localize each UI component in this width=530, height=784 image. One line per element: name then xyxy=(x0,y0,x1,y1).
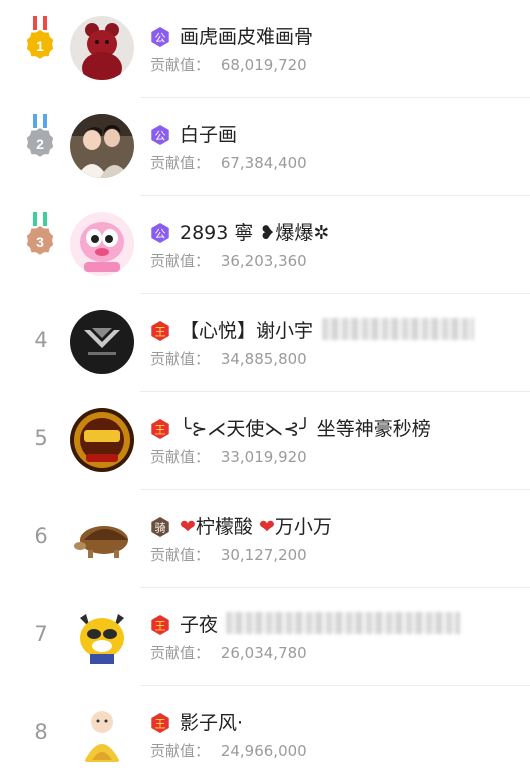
user-name: ╰⊱⋌天使⋋⊰╯ 坐等神豪秒榜 xyxy=(180,418,431,440)
user-avatar[interactable] xyxy=(70,506,134,570)
medal-rank-text: 1 xyxy=(36,38,44,54)
contribution-value: 贡献值： 30,127,200 xyxy=(150,546,307,564)
medal-rank-text: 2 xyxy=(36,136,44,152)
guild-badge-icon: 公 xyxy=(151,125,169,145)
contribution-value: 贡献值： 33,019,920 xyxy=(150,448,307,466)
king-badge-icon: 王 xyxy=(151,615,169,635)
user-name: 2893 寧 ❥爆爆✲ xyxy=(180,222,330,244)
heart-icon: ❤ xyxy=(180,516,196,538)
contribution-ranking-list: 1 公 画虎画皮难画骨 贡献值： 68,019,720 2 公 白子画 贡献值：… xyxy=(0,0,530,776)
rank-row-5[interactable]: 5 王 ╰⊱⋌天使⋋⊰╯ 坐等神豪秒榜 贡献值： 33,019,920 xyxy=(0,392,530,490)
king-badge-icon: 王 xyxy=(151,419,169,439)
svg-text:公: 公 xyxy=(155,130,166,143)
contribution-value: 贡献值： 68,019,720 xyxy=(150,56,307,74)
user-name: 子夜 xyxy=(180,614,219,636)
rank-row-2[interactable]: 2 公 白子画 贡献值： 67,384,400 xyxy=(0,98,530,196)
svg-text:公: 公 xyxy=(155,32,166,45)
rank-row-3[interactable]: 3 公 2893 寧 ❥爆爆✲ 贡献值： 36,203,360 xyxy=(0,196,530,294)
rank-number: 6 xyxy=(34,524,48,548)
user-name: 【心悦】谢小宇 xyxy=(180,320,314,342)
contribution-value: 贡献值： 34,885,800 xyxy=(150,350,307,368)
user-avatar[interactable] xyxy=(70,702,134,766)
svg-text:王: 王 xyxy=(155,620,166,633)
blurred-text xyxy=(322,318,474,340)
user-avatar[interactable] xyxy=(70,408,134,472)
king-badge-icon: 王 xyxy=(151,713,169,733)
guild-badge-icon: 公 xyxy=(151,223,169,243)
rank-row-8[interactable]: 8 王 影子风· 贡献值： 24,966,000 xyxy=(0,686,530,784)
medal-rank-text: 3 xyxy=(36,234,44,250)
user-avatar[interactable] xyxy=(70,16,134,80)
rank-number: 8 xyxy=(34,720,48,744)
rank-number: 5 xyxy=(34,426,48,450)
king-badge-icon: 王 xyxy=(151,321,169,341)
rank-number: 4 xyxy=(34,328,48,352)
svg-text:公: 公 xyxy=(155,228,166,241)
contribution-value: 贡献值： 36,203,360 xyxy=(150,252,307,270)
user-avatar[interactable] xyxy=(70,212,134,276)
contribution-value: 贡献值： 24,966,000 xyxy=(150,742,307,760)
contribution-value: 贡献值： 26,034,780 xyxy=(150,644,307,662)
rank-number: 7 xyxy=(34,622,48,646)
svg-text:王: 王 xyxy=(155,718,166,731)
svg-text:骑: 骑 xyxy=(155,522,166,535)
user-avatar[interactable] xyxy=(70,310,134,374)
rank-row-4[interactable]: 4 王 【心悦】谢小宇 贡献值： 34,885,800 xyxy=(0,294,530,392)
gold-medal-icon: 1 xyxy=(26,16,54,59)
svg-text:王: 王 xyxy=(155,424,166,437)
rank-row-6[interactable]: 6 骑 ❤柠檬酸 ❤万小万 贡献值： 30,127,200 xyxy=(0,490,530,588)
heart-icon: ❤ xyxy=(258,516,275,538)
user-name: 白子画 xyxy=(180,124,238,146)
user-avatar[interactable] xyxy=(70,114,134,178)
rank-row-7[interactable]: 7 王 子夜 贡献值： 26,034,780 xyxy=(0,588,530,686)
svg-text:王: 王 xyxy=(155,326,166,339)
user-avatar[interactable] xyxy=(70,604,134,668)
silver-medal-icon: 2 xyxy=(26,114,54,157)
guild-badge-icon: 公 xyxy=(151,27,169,47)
user-name: 画虎画皮难画骨 xyxy=(180,26,314,48)
bronze-medal-icon: 3 xyxy=(26,212,54,255)
user-name: ❤柠檬酸 ❤万小万 xyxy=(180,516,332,538)
blurred-text xyxy=(226,612,460,634)
contribution-value: 贡献值： 67,384,400 xyxy=(150,154,307,172)
rank-row-1[interactable]: 1 公 画虎画皮难画骨 贡献值： 68,019,720 xyxy=(0,0,530,98)
user-name: 影子风· xyxy=(180,712,244,734)
knight-badge-icon: 骑 xyxy=(151,517,169,537)
